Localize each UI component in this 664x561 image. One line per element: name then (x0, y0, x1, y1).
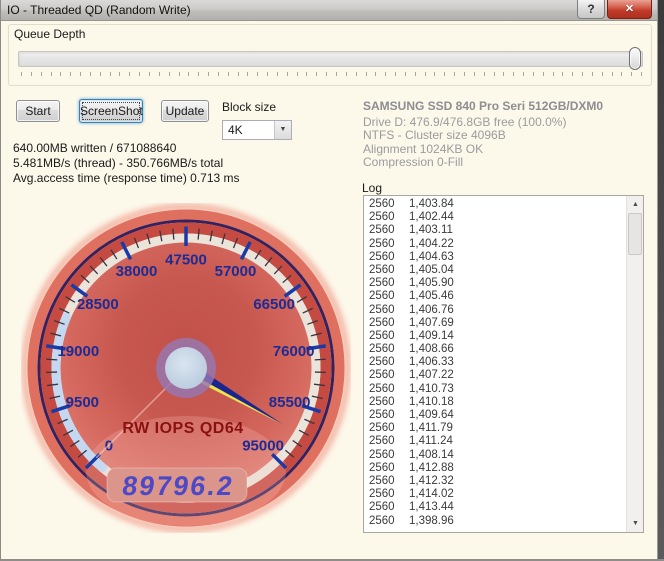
log-row[interactable]: 2560 1,412.88 (364, 462, 626, 475)
window-edge (657, 0, 664, 559)
title-bar[interactable]: IO - Threaded QD (Random Write) (1, 0, 658, 21)
scroll-down-icon[interactable]: ▼ (627, 515, 643, 532)
block-size-label: Block size (222, 100, 277, 114)
drive-compression: Compression 0-Fill (363, 155, 464, 169)
drive-info: SAMSUNG SSD 840 Pro Seri 512GB/DXM0 Driv… (363, 99, 604, 170)
gauge-title: RW IOPS QD64 (122, 420, 243, 437)
stat-access-time: Avg.access time (response time) 0.713 ms (13, 171, 240, 185)
drive-alignment: Alignment 1024KB OK (363, 141, 484, 156)
log-row[interactable]: 2560 1,405.04 (364, 264, 626, 277)
log-row[interactable]: 2560 1,409.64 (364, 409, 626, 422)
app-window: IO - Threaded QD (Random Write) ? ✕ Queu… (0, 0, 664, 561)
drive-filesystem: NTFS - Cluster size 4096B (363, 128, 506, 142)
help-icon: ? (587, 2, 595, 16)
log-row[interactable]: 2560 1,414.02 (364, 488, 626, 501)
queue-depth-slider-thumb[interactable] (629, 47, 641, 70)
svg-text:28500: 28500 (77, 296, 119, 313)
svg-text:19000: 19000 (57, 343, 99, 360)
svg-text:57000: 57000 (215, 263, 257, 280)
log-row[interactable]: 2560 1,406.76 (364, 304, 626, 317)
log-row[interactable]: 2560 1,408.66 (364, 343, 626, 356)
throughput-stats: 640.00MB written / 671088640 5.481MB/s (… (13, 141, 240, 186)
lcd-readout: 89796.2 (120, 470, 236, 501)
scrollbar-thumb[interactable] (628, 213, 642, 255)
svg-text:47500: 47500 (165, 251, 207, 268)
svg-text:38000: 38000 (116, 263, 158, 280)
block-size-value: 4K (228, 123, 243, 137)
log-listbox[interactable]: 2560 1,403.84 2560 1,402.44 2560 1,403.11 2… (363, 195, 644, 533)
stat-written: 640.00MB written / 671088640 (13, 141, 177, 155)
log-row[interactable]: 2560 1,412.32 (364, 475, 626, 488)
gauge-hub (165, 347, 207, 389)
log-row[interactable]: 2560 1,407.22 (364, 369, 626, 382)
svg-text:66500: 66500 (253, 296, 295, 313)
log-row[interactable]: 2560 1,403.84 (364, 198, 626, 211)
log-row[interactable]: 2560 1,408.14 (364, 449, 626, 462)
log-row[interactable]: 2560 1,411.79 (364, 422, 626, 435)
svg-text:95000: 95000 (242, 437, 284, 454)
log-row[interactable]: 2560 1,410.18 (364, 396, 626, 409)
start-button[interactable]: Start (16, 100, 60, 122)
svg-text:9500: 9500 (66, 394, 99, 411)
update-button[interactable]: Update (161, 100, 209, 122)
log-row[interactable]: 2560 1,411.24 (364, 435, 626, 448)
log-scrollbar[interactable]: ▲ ▼ (626, 196, 643, 532)
log-row[interactable]: 2560 1,405.90 (364, 277, 626, 290)
log-row[interactable]: 2560 1,409.14 (364, 330, 626, 343)
drive-free-space: Drive D: 476.9/476.8GB free (100.0%) (363, 114, 567, 129)
queue-depth-slider-track[interactable] (18, 51, 643, 67)
screenshot-button[interactable]: ScreenShot (79, 99, 143, 123)
help-button[interactable]: ? (577, 0, 605, 19)
scroll-up-icon[interactable]: ▲ (627, 196, 643, 213)
gauge-svg: 0950019000285003800047500570006650076000… (21, 203, 351, 533)
log-row[interactable]: 2560 1,403.11 (364, 224, 626, 237)
log-row[interactable]: 2560 1,398.96 (364, 515, 626, 528)
queue-depth-label: Queue Depth (14, 27, 86, 41)
log-row[interactable]: 2560 1,402.44 (364, 211, 626, 224)
stat-speed: 5.481MB/s (thread) - 350.766MB/s total (13, 156, 224, 170)
log-row[interactable]: 2560 1,413.44 (364, 501, 626, 514)
svg-text:76000: 76000 (273, 343, 315, 360)
svg-text:85500: 85500 (269, 394, 311, 411)
log-row[interactable]: 2560 1,410.73 (364, 383, 626, 396)
iops-gauge: 0950019000285003800047500570006650076000… (21, 203, 351, 533)
log-rows: 2560 1,403.84 2560 1,402.44 2560 1,403.11 2… (364, 198, 626, 528)
log-row[interactable]: 2560 1,404.22 (364, 238, 626, 251)
log-row[interactable]: 2560 1,404.63 (364, 251, 626, 264)
window-title: IO - Threaded QD (Random Write) (7, 3, 191, 17)
queue-depth-tick-marks (21, 72, 643, 77)
log-label: Log (362, 181, 383, 195)
drive-model: SAMSUNG SSD 840 Pro Seri 512GB/DXM0 (363, 99, 604, 113)
log-row[interactable]: 2560 1,407.69 (364, 317, 626, 330)
close-icon: ✕ (624, 3, 635, 15)
log-row[interactable]: 2560 1,405.46 (364, 290, 626, 303)
block-size-select[interactable]: 4K ▼ (222, 120, 292, 140)
close-button[interactable]: ✕ (607, 0, 652, 19)
log-row[interactable]: 2560 1,406.33 (364, 356, 626, 369)
chevron-down-icon[interactable]: ▼ (274, 121, 291, 139)
